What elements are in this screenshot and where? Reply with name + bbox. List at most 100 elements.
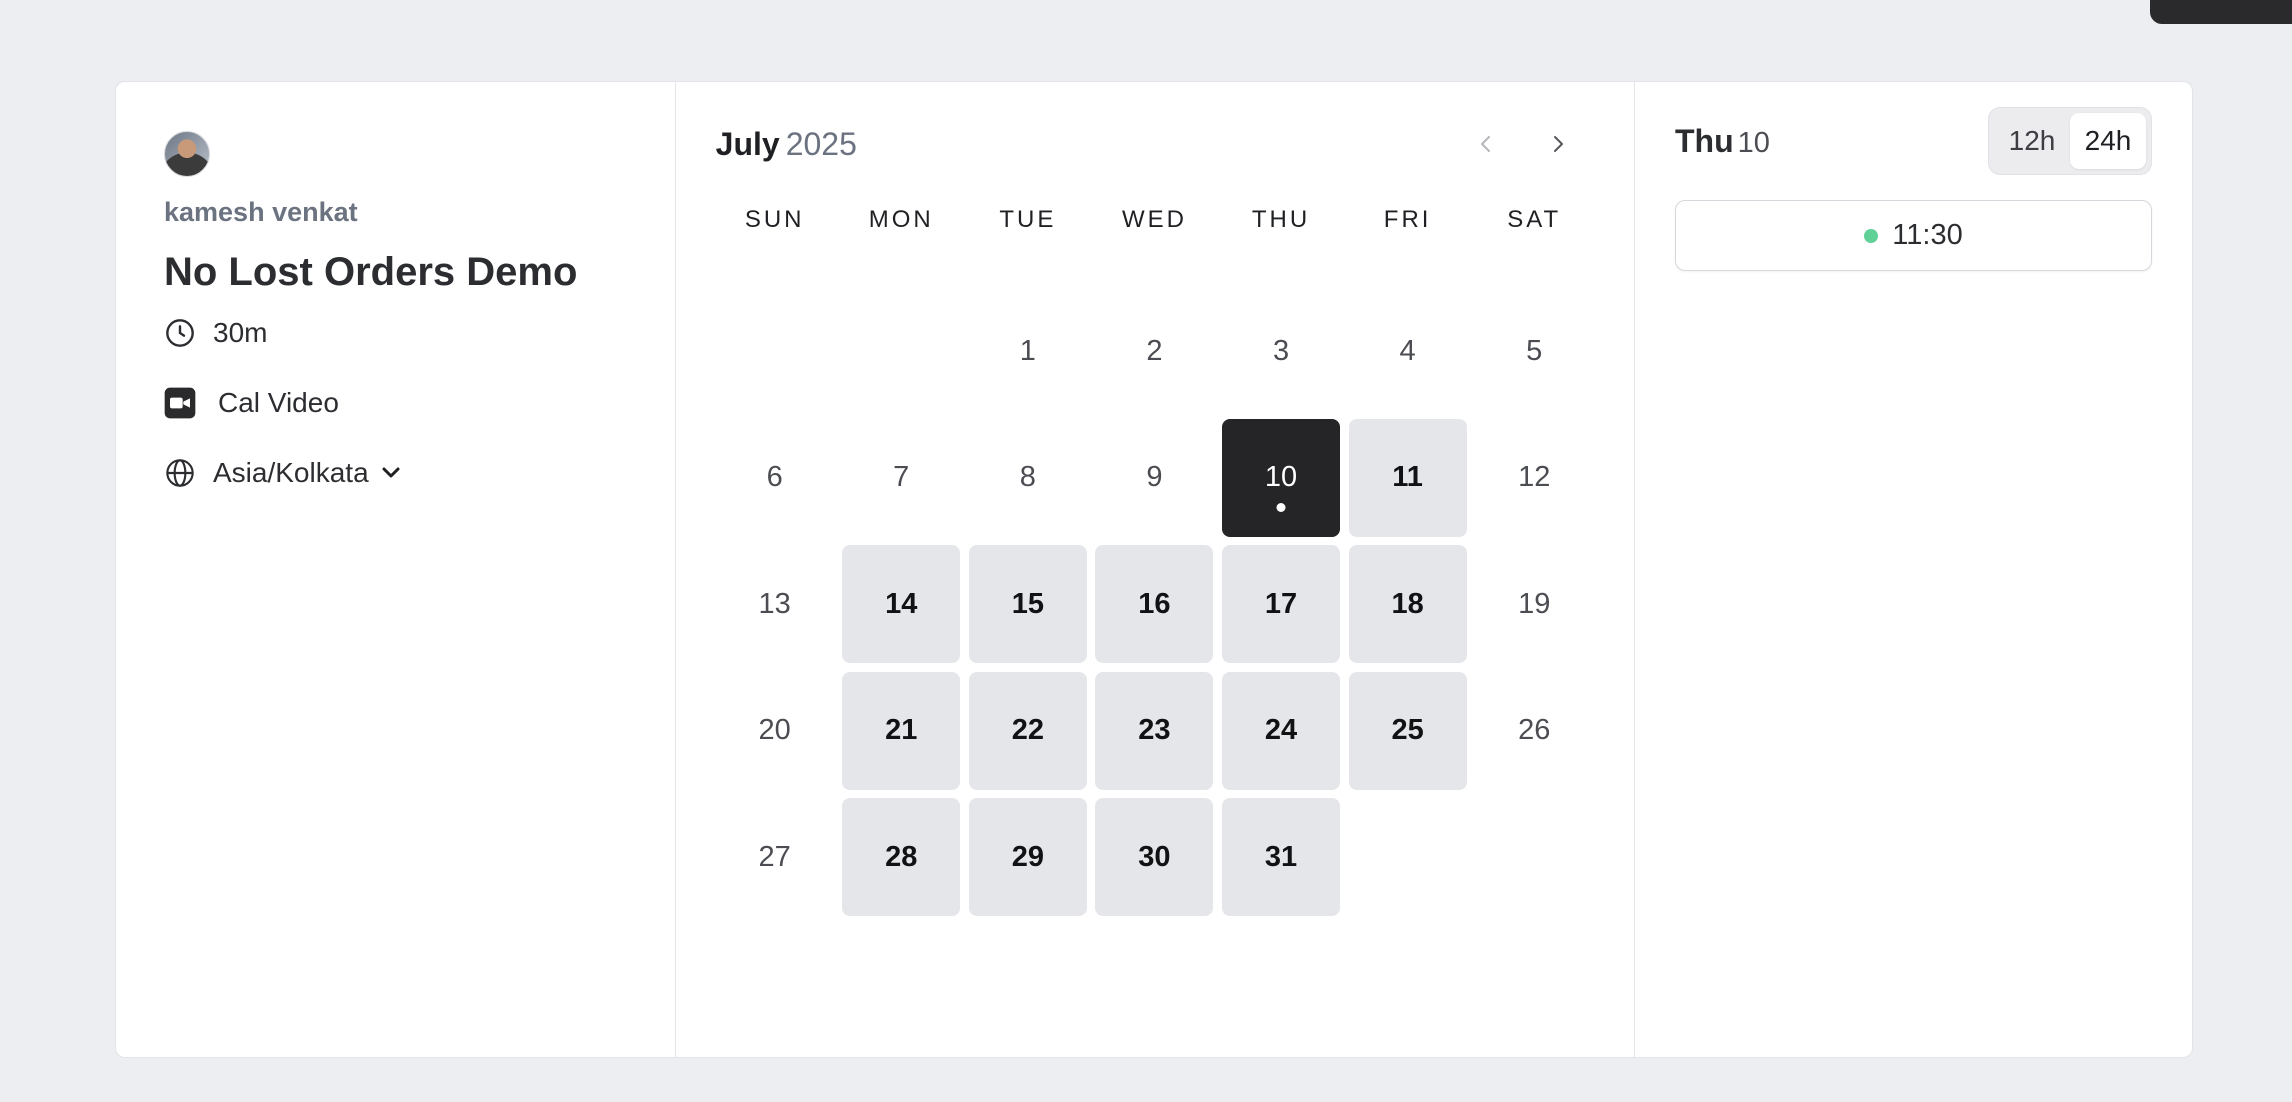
time-slots-panel: Thu 10 12h 24h 11:30 (1635, 82, 2192, 1057)
day-number: 5 (1526, 334, 1543, 367)
day-cell[interactable]: 24 (1222, 671, 1341, 790)
day-cell[interactable]: 18 (1348, 545, 1467, 664)
calendar-panel: July 2025 SUN MON TUE WED THU FRI SAT 123456789… (676, 82, 1635, 1057)
slots-header: Thu 10 12h 24h (1675, 106, 2152, 176)
day-number: 24 (1264, 714, 1298, 747)
prev-month-button[interactable] (1464, 122, 1508, 166)
day-number: 12 (1518, 461, 1551, 494)
weekday-label: WED (1121, 206, 1187, 233)
today-dot (1276, 502, 1286, 512)
selected-day-number: 10 (1737, 126, 1770, 159)
day-number: 16 (1138, 587, 1171, 620)
day-cell[interactable]: 17 (1222, 545, 1341, 664)
day-cell[interactable]: 23 (1095, 671, 1214, 790)
weekday-label: FRI (1383, 206, 1432, 233)
day-cell[interactable]: 14 (842, 545, 961, 664)
weekday-label: SUN (744, 206, 805, 233)
day-cell[interactable]: 30 (1095, 798, 1214, 917)
day-cell[interactable]: 15 (968, 545, 1087, 664)
event-info-panel: kamesh venkat No Lost Orders Demo 30m Ca… (116, 82, 676, 1057)
day-number: 2 (1146, 334, 1163, 367)
day-number: 28 (885, 840, 918, 873)
day-cell: 1 (969, 292, 1087, 410)
globe-icon (166, 459, 194, 487)
day-cell: 2 (1095, 292, 1213, 410)
clock-icon (166, 319, 194, 347)
day-number: 14 (885, 587, 918, 620)
day-number: 1 (1019, 334, 1036, 367)
day-cell: 26 (1475, 672, 1593, 790)
day-cell: 5 (1475, 292, 1593, 410)
day-cell-empty (716, 292, 834, 410)
day-cell[interactable]: 21 (842, 671, 961, 790)
day-number: 11 (1392, 461, 1423, 494)
day-number: 9 (1146, 461, 1163, 494)
day-number: 21 (885, 714, 918, 747)
day-number: 19 (1518, 587, 1551, 620)
format-option-12h[interactable]: 12h (1994, 113, 2070, 169)
day-cell: 20 (716, 672, 834, 790)
day-number: 4 (1399, 334, 1416, 367)
day-cell: 3 (1222, 292, 1340, 410)
day-cell: 6 (716, 419, 834, 537)
month-label: July (715, 125, 780, 162)
format-option-24h[interactable]: 24h (2070, 113, 2146, 169)
location-row: Cal Video (164, 387, 627, 419)
day-cell[interactable]: 16 (1095, 545, 1214, 664)
day-cell: 7 (842, 419, 960, 537)
chevron-down-icon (382, 467, 400, 478)
time-slot-button[interactable]: 11:30 (1675, 200, 2152, 271)
day-cell[interactable]: 11 (1348, 418, 1467, 537)
day-cell: 19 (1475, 545, 1593, 663)
selected-day-name: Thu (1675, 122, 1734, 159)
day-number: 15 (1011, 587, 1044, 620)
day-number: 20 (758, 714, 791, 747)
selected-date-label: Thu 10 (1675, 123, 1770, 160)
timezone-select[interactable]: Asia/Kolkata (164, 457, 627, 489)
month-nav (1464, 122, 1580, 166)
day-number: 29 (1011, 840, 1044, 873)
day-number: 23 (1138, 714, 1171, 747)
day-cell: 4 (1349, 292, 1467, 410)
day-cell[interactable]: 31 (1222, 798, 1341, 917)
next-month-button[interactable] (1536, 122, 1580, 166)
day-number: 25 (1391, 714, 1424, 747)
day-number: 10 (1264, 461, 1298, 494)
month-year-label: July 2025 (716, 126, 857, 163)
day-cell[interactable]: 22 (968, 671, 1087, 790)
time-slot-label: 11:30 (1892, 219, 1963, 251)
timezone-label: Asia/Kolkata (213, 457, 369, 488)
day-number: 17 (1264, 587, 1298, 620)
host-name: kamesh venkat (164, 197, 358, 227)
day-cell[interactable]: 10 (1222, 418, 1341, 537)
avatar (164, 131, 210, 177)
top-right-button[interactable] (2150, 0, 2292, 24)
video-camera-icon (164, 387, 196, 419)
year-label: 2025 (785, 125, 857, 162)
weekday-header: SUN MON TUE WED THU FRI SAT (716, 200, 1594, 240)
chevron-right-icon (1554, 136, 1563, 152)
day-number: 18 (1391, 587, 1424, 620)
booking-card: kamesh venkat No Lost Orders Demo 30m Ca… (115, 81, 2193, 1058)
event-title: No Lost Orders Demo (164, 250, 578, 294)
weekday-label: SAT (1507, 206, 1562, 233)
day-cell[interactable]: 29 (968, 798, 1087, 917)
day-number: 8 (1019, 461, 1036, 494)
day-cell: 9 (1095, 419, 1213, 537)
day-cell[interactable]: 25 (1348, 671, 1467, 790)
day-number: 7 (893, 461, 910, 494)
availability-dot (1864, 228, 1879, 243)
day-number: 30 (1138, 840, 1171, 873)
day-number: 27 (758, 840, 791, 873)
day-number: 13 (758, 587, 791, 620)
day-number: 6 (766, 461, 783, 494)
day-cell-empty (842, 292, 960, 410)
weekday-label: MON (868, 206, 934, 233)
calendar-header: July 2025 (716, 122, 1594, 166)
day-cell: 8 (969, 419, 1087, 537)
day-cell[interactable]: 28 (842, 798, 961, 917)
location-label: Cal Video (218, 387, 339, 418)
day-cell: 12 (1475, 419, 1593, 537)
duration-row: 30m (164, 317, 627, 349)
time-format-toggle: 12h 24h (1988, 107, 2152, 175)
